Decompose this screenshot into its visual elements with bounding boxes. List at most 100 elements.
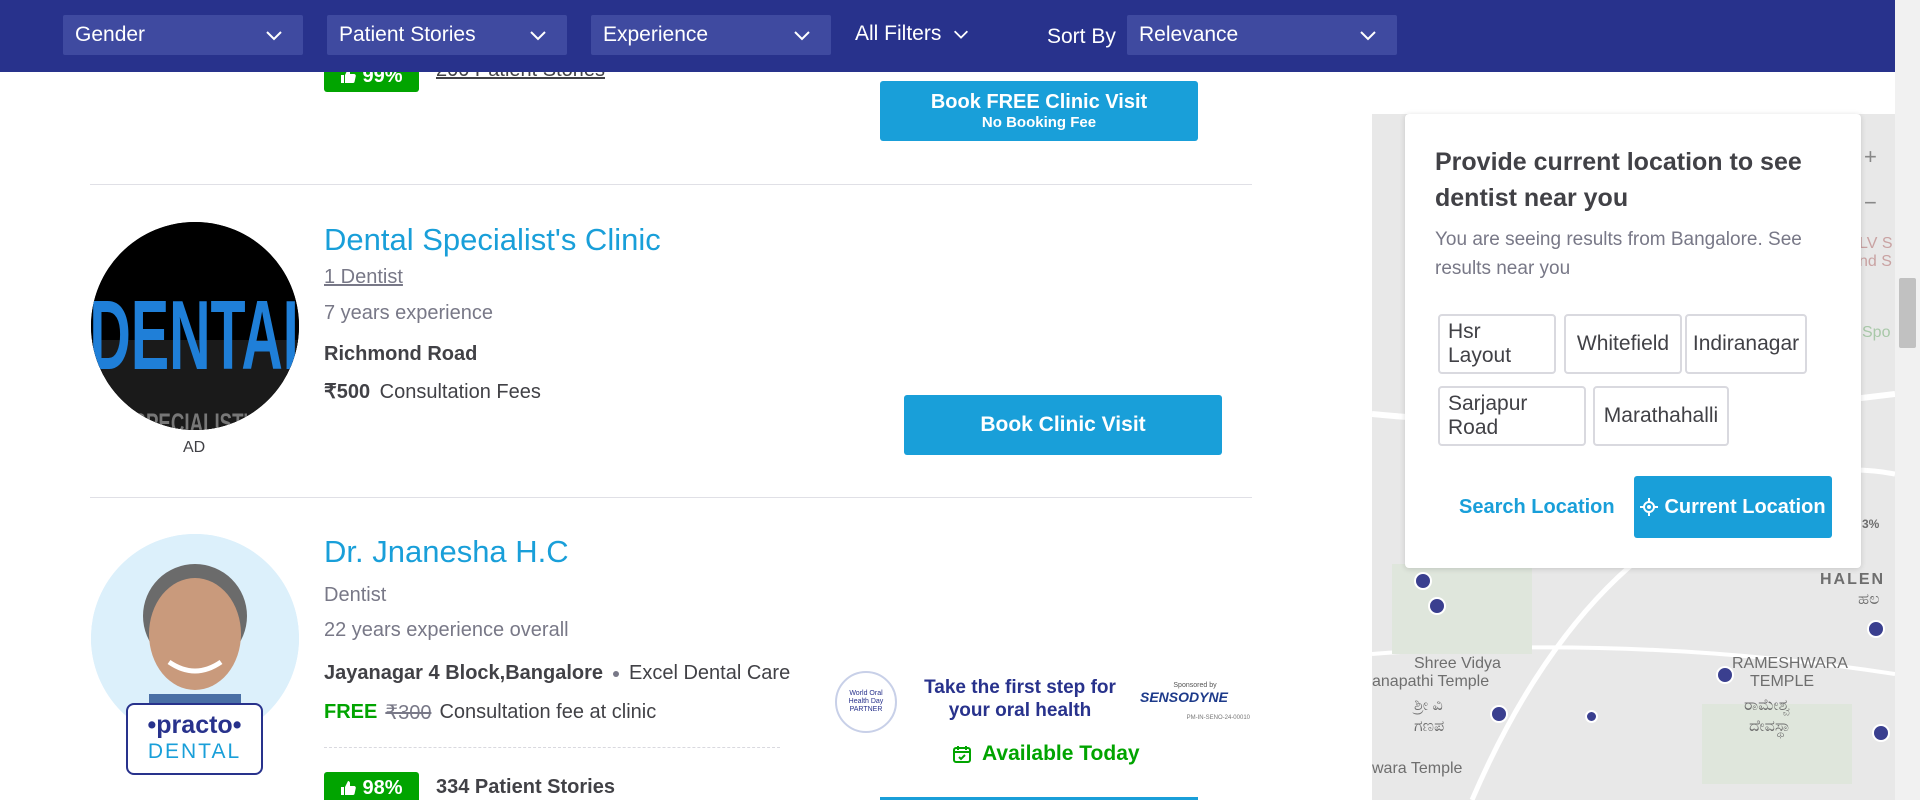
patient-stories-dropdown-label: Patient Stories bbox=[339, 23, 476, 46]
current-location-label: Current Location bbox=[1664, 495, 1826, 518]
chip-marathahalli[interactable]: Marathahalli bbox=[1593, 386, 1729, 446]
chevron-down-icon bbox=[1360, 31, 1376, 41]
book-button-sublabel: No Booking Fee bbox=[981, 114, 1097, 131]
divider bbox=[90, 497, 1252, 498]
map-zoom-out-button[interactable]: − bbox=[1864, 190, 1877, 216]
map-label: wara Temple bbox=[1372, 760, 1463, 777]
dentist-count-link[interactable]: 1 Dentist bbox=[324, 266, 403, 289]
chevron-down-icon bbox=[266, 31, 282, 41]
sort-by-label: Sort By bbox=[1047, 25, 1116, 48]
chevron-down-icon bbox=[794, 31, 810, 41]
sort-by-value: Relevance bbox=[1139, 23, 1239, 46]
clinic-name-link[interactable]: Dental Specialist's Clinic bbox=[324, 222, 661, 258]
map-pin[interactable] bbox=[1872, 724, 1890, 742]
all-filters-button[interactable]: All Filters bbox=[855, 22, 971, 46]
map-pin[interactable] bbox=[1585, 710, 1598, 723]
practo-dental-badge: •practo• DENTAL bbox=[126, 703, 263, 775]
practo-dental-text: DENTAL bbox=[147, 740, 242, 763]
map-label: ದೇವಸ್ಥಾ bbox=[1749, 718, 1791, 735]
book-button-label: Book FREE Clinic Visit bbox=[930, 91, 1148, 113]
patient-stories-link[interactable]: 334 Patient Stories bbox=[436, 776, 615, 799]
dental-logo-image: DENTAL SPECIALIST'S CLINIC bbox=[91, 222, 299, 430]
clinic-name-link[interactable]: Excel Dental Care bbox=[629, 662, 790, 685]
popup-title: Provide current location to see dentist … bbox=[1435, 148, 1802, 213]
promo-code: PM-IN-SENO-24-00010 bbox=[1186, 715, 1250, 721]
chip-whitefield[interactable]: Whitefield bbox=[1564, 314, 1682, 374]
rating-value: 98% bbox=[362, 776, 403, 799]
experience-dropdown[interactable]: Experience bbox=[591, 15, 831, 55]
map-label: ಗಣಪ bbox=[1414, 718, 1445, 735]
rating-badge: 99% bbox=[324, 72, 419, 92]
gender-dropdown[interactable]: Gender bbox=[63, 15, 303, 55]
filter-bar: Gender Patient Stories Experience All Fi… bbox=[0, 0, 1895, 72]
patient-stories-dropdown[interactable]: Patient Stories bbox=[327, 15, 567, 55]
doctor-name-link[interactable]: Dr. Jnanesha H.C bbox=[324, 534, 569, 570]
map-label: anapathi Temple bbox=[1372, 673, 1490, 690]
calendar-icon bbox=[953, 746, 971, 763]
scrollbar-thumb[interactable] bbox=[1899, 278, 1916, 348]
chip-indiranagar[interactable]: Indiranagar bbox=[1685, 314, 1807, 374]
sort-by-dropdown[interactable]: Relevance bbox=[1127, 15, 1397, 55]
sensodyne-sponsor: Sponsored by SENSODYNE PM-IN-SENO-24-000… bbox=[1140, 682, 1250, 721]
fee-label: Consultation fee at clinic bbox=[439, 701, 657, 723]
experience-dropdown-label: Experience bbox=[603, 23, 709, 46]
chevron-down-icon bbox=[954, 30, 969, 39]
location-row: Jayanagar 4 Block,Bangalore Excel Dental… bbox=[324, 662, 790, 685]
chip-sarjapur-road[interactable]: Sarjapur Road bbox=[1438, 386, 1586, 446]
clinic-logo[interactable]: DENTAL SPECIALIST'S CLINIC bbox=[91, 222, 299, 430]
popup-subtitle: You are seeing results from Bangalore. S… bbox=[1435, 229, 1802, 279]
chip-hsr-layout[interactable]: Hsr Layout bbox=[1438, 314, 1556, 374]
map-zoom-in-button[interactable]: + bbox=[1864, 144, 1877, 170]
location-text: Richmond Road bbox=[324, 343, 478, 365]
sponsor-small-text: Sponsored by bbox=[1173, 682, 1217, 689]
map-pin[interactable] bbox=[1490, 705, 1508, 723]
logo-text-dental: DENTAL bbox=[91, 281, 299, 391]
ad-label: AD bbox=[183, 439, 206, 456]
location-popup: Provide current location to see dentist … bbox=[1405, 114, 1861, 568]
rating-badge: 98% bbox=[324, 772, 419, 800]
map-label: TEMPLE bbox=[1750, 673, 1815, 690]
fee-free: FREE bbox=[324, 701, 378, 723]
book-clinic-visit-label: Book Clinic Visit bbox=[980, 413, 1146, 436]
consultation-fee: FREE ₹300 Consultation fee at clinic bbox=[324, 700, 656, 725]
fee-value: ₹500 bbox=[324, 381, 371, 403]
page-scrollbar[interactable] bbox=[1895, 0, 1920, 800]
thumbs-up-icon bbox=[341, 781, 357, 795]
chevron-down-icon bbox=[530, 31, 546, 41]
logo-text-specialists: SPECIALIST'S CLINIC bbox=[134, 408, 300, 430]
fee-label: Consultation Fees bbox=[379, 381, 541, 403]
experience-text: 7 years experience bbox=[324, 302, 493, 324]
map-pin[interactable] bbox=[1428, 597, 1446, 615]
rating-value: 99% bbox=[362, 72, 403, 87]
map-pin[interactable] bbox=[1867, 620, 1885, 638]
book-free-clinic-visit-button[interactable]: Book FREE Clinic Visit No Booking Fee bbox=[880, 81, 1198, 141]
search-location-link[interactable]: Search Location bbox=[1459, 496, 1615, 519]
sensodyne-logo: SENSODYNE bbox=[1140, 689, 1228, 705]
seal-text: World Oral Health Day PARTNER bbox=[848, 690, 884, 713]
map-label: Shree Vidya bbox=[1414, 655, 1501, 672]
results-list: 99% 200 Patient Stories Book FREE Clinic… bbox=[0, 72, 1372, 800]
location-text[interactable]: Jayanagar 4 Block,Bangalore bbox=[324, 662, 603, 685]
map-pin[interactable] bbox=[1414, 572, 1432, 590]
current-location-button[interactable]: Current Location bbox=[1634, 476, 1832, 538]
divider bbox=[90, 184, 1252, 185]
locate-icon bbox=[1640, 498, 1659, 516]
all-filters-label: All Filters bbox=[855, 22, 942, 45]
gender-dropdown-label: Gender bbox=[75, 23, 146, 46]
map-label: LV S bbox=[1859, 235, 1893, 252]
map-label: Spo bbox=[1862, 324, 1891, 341]
separator-dot bbox=[613, 670, 620, 677]
world-oral-health-seal: World Oral Health Day PARTNER bbox=[835, 671, 897, 733]
experience-text: 22 years experience overall bbox=[324, 619, 569, 641]
patient-stories-link[interactable]: 200 Patient Stories bbox=[436, 72, 605, 82]
consultation-fee: ₹500 Consultation Fees bbox=[324, 379, 541, 404]
specialty-text: Dentist bbox=[324, 584, 387, 606]
fee-old: ₹300 bbox=[385, 702, 432, 724]
map-label: nd S bbox=[1859, 253, 1892, 270]
book-clinic-visit-button[interactable]: Book Clinic Visit bbox=[904, 395, 1222, 455]
thumbs-up-icon bbox=[341, 72, 357, 83]
map-label: ಶ್ರೀ ವಿ bbox=[1414, 697, 1443, 714]
available-text: Available Today bbox=[982, 742, 1140, 765]
map-label: RAMESHWARA bbox=[1732, 655, 1848, 672]
map-label: HALEN bbox=[1820, 571, 1886, 588]
